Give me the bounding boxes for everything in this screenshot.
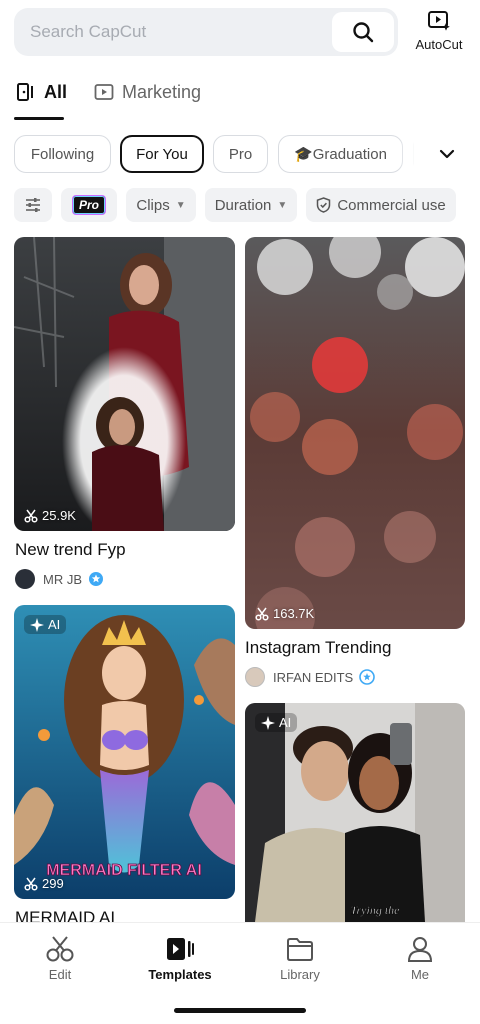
chip-graduation[interactable]: 🎓Graduation — [278, 135, 403, 173]
nav-templates-label: Templates — [148, 967, 212, 982]
template-title[interactable]: New trend Fyp — [15, 540, 126, 560]
shield-check-icon — [317, 197, 331, 213]
uses-count-value: 25.9K — [42, 508, 76, 523]
tab-active-indicator — [14, 117, 64, 120]
scissors-icon — [24, 509, 38, 523]
nav-edit[interactable]: Edit — [15, 935, 105, 982]
verified-badge-icon — [89, 572, 103, 586]
chip-following[interactable]: Following — [14, 135, 111, 173]
uses-count: 25.9K — [24, 508, 76, 523]
sparkle-icon — [30, 617, 44, 632]
expand-categories-button[interactable] — [414, 135, 480, 173]
overlay-text: Trying the — [350, 903, 400, 917]
filter-clips-label: Clips — [136, 196, 170, 214]
sliders-icon — [26, 198, 40, 212]
template-card-image[interactable]: 25.9K — [14, 237, 235, 531]
search-icon — [353, 22, 374, 43]
filter-duration[interactable]: Duration ▼ — [205, 188, 297, 222]
template-author[interactable]: IRFAN EDITS — [245, 667, 375, 687]
template-card-image[interactable]: MERMAID FILTER AI AI 299 — [14, 605, 235, 899]
template-title[interactable]: Instagram Trending — [245, 638, 391, 658]
autocut-label: AutoCut — [415, 37, 463, 52]
chip-graduation-label: 🎓Graduation — [294, 146, 387, 163]
nav-me[interactable]: Me — [375, 935, 465, 982]
search-bar[interactable]: Search CapCut — [14, 8, 398, 56]
author-name: MR JB — [43, 571, 82, 587]
pro-badge: Pro — [71, 195, 106, 215]
all-icon — [17, 83, 33, 101]
nav-edit-label: Edit — [48, 967, 72, 982]
autocut-icon — [428, 11, 450, 31]
caret-down-icon: ▼ — [175, 199, 186, 211]
tab-all-label: All — [44, 81, 68, 102]
chip-for-you[interactable]: For You — [120, 135, 204, 173]
tab-marketing-label: Marketing — [122, 81, 202, 102]
chevron-down-icon — [439, 149, 455, 159]
avatar — [15, 569, 35, 589]
template-thumbnail — [245, 237, 465, 629]
uses-count-value: 299 — [42, 876, 64, 891]
tab-marketing[interactable]: Marketing — [94, 80, 201, 104]
template-card-image[interactable]: 163.7K — [245, 237, 465, 629]
search-placeholder[interactable]: Search CapCut — [30, 22, 146, 42]
caret-down-icon: ▼ — [277, 199, 288, 211]
uses-count: 299 — [24, 876, 64, 891]
chip-pro[interactable]: Pro — [213, 135, 268, 173]
template-thumbnail: MERMAID FILTER AI — [14, 605, 235, 899]
folder-icon — [287, 938, 313, 961]
templates-icon — [167, 938, 194, 960]
filter-commercial-use[interactable]: Commercial use — [306, 188, 456, 222]
scissors-icon — [255, 607, 269, 621]
overlay-text: MERMAID FILTER AI — [46, 862, 202, 879]
filter-clips[interactable]: Clips ▼ — [126, 188, 196, 222]
template-thumbnail — [14, 237, 235, 531]
filter-commercial-label: Commercial use — [337, 196, 446, 214]
chip-following-label: Following — [30, 145, 95, 163]
chip-pro-label: Pro — [228, 145, 253, 163]
user-icon — [407, 937, 433, 962]
scissors-icon — [46, 936, 74, 962]
chip-for-you-label: For You — [136, 145, 188, 163]
nav-me-label: Me — [410, 967, 430, 982]
search-button[interactable] — [332, 12, 394, 52]
template-thumbnail: Trying the — [245, 703, 465, 922]
ai-badge-label: AI — [279, 715, 292, 730]
verified-badge-icon — [359, 669, 375, 685]
uses-count-value: 163.7K — [273, 606, 315, 621]
nav-library[interactable]: Library — [255, 935, 345, 982]
author-name: IRFAN EDITS — [273, 669, 354, 685]
filter-settings-button[interactable] — [14, 188, 52, 222]
template-author[interactable]: MR JB — [15, 569, 104, 589]
scissors-icon — [24, 877, 38, 891]
avatar — [245, 667, 265, 687]
tab-all[interactable]: All — [16, 80, 67, 104]
ai-badge: AI — [24, 615, 67, 634]
uses-count: 163.7K — [255, 606, 314, 621]
nav-templates[interactable]: Templates — [135, 935, 225, 982]
home-indicator — [174, 1008, 306, 1013]
play-box-icon — [94, 84, 114, 100]
filter-pro[interactable]: Pro — [61, 188, 117, 222]
filter-duration-label: Duration — [214, 196, 272, 214]
template-card-image[interactable]: Trying the AI — [245, 703, 465, 922]
ai-badge: AI — [255, 713, 298, 732]
nav-library-label: Library — [280, 967, 320, 982]
sparkle-icon — [261, 715, 275, 730]
ai-badge-label: AI — [48, 617, 61, 632]
autocut-button[interactable]: AutoCut — [408, 8, 470, 60]
